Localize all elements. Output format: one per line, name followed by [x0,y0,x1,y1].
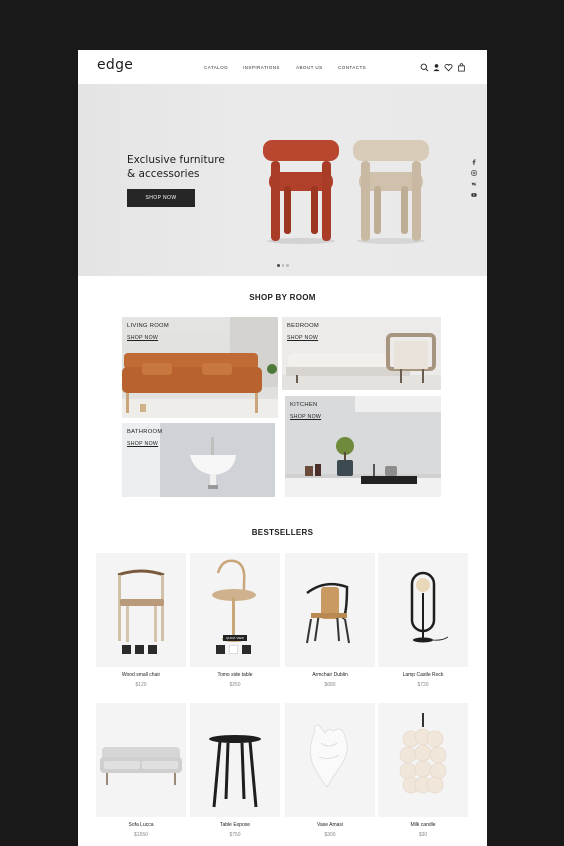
shop-by-room-title: SHOP BY ROOM [249,293,316,302]
product-card-milk-candle[interactable]: Milk candle $30 [378,703,468,838]
product-card-lamp-castle-rock[interactable]: Lamp Castle Rock $720 [378,553,468,688]
product-price: $1550 [134,832,148,838]
room-card-bedroom[interactable]: BEDROOM SHOP NOW [282,317,441,390]
quick-view-button[interactable] [229,645,238,654]
quick-view-button[interactable] [135,645,144,654]
room-link-bathroom[interactable]: SHOP NOW [127,441,158,447]
instagram-icon[interactable] [471,170,477,176]
slider-dot-2[interactable] [281,264,284,267]
vk-icon[interactable] [471,181,477,187]
product-card-tomo-side-table[interactable]: QUICK VIEW Tomo side table $250 [190,553,280,688]
quick-actions [216,645,251,654]
product-name[interactable]: Milk candle [378,822,468,828]
slider-dot-3[interactable] [286,264,289,267]
heart-icon[interactable] [444,63,453,72]
nav-about[interactable]: ABOUT US [296,65,323,70]
product-card-vase-amasi[interactable]: Vase Amasi $300 [285,703,375,838]
product-name[interactable]: Lamp Castle Rock [378,672,468,678]
quick-actions [122,645,157,654]
hero-chairs-image [263,140,429,244]
product-price: $750 [229,832,241,838]
wishlist-button[interactable] [242,645,251,654]
facebook-icon[interactable] [471,159,477,165]
wishlist-button[interactable] [148,645,157,654]
product-price: $300 [324,832,336,838]
product-card-wood-small-chair[interactable]: Wood small chair $120 [96,553,186,688]
room-card-kitchen[interactable]: KITCHEN SHOP NOW [285,396,441,497]
kitchen-image [285,396,441,497]
product-name[interactable]: Tomo side table [190,672,280,678]
room-link-living-room[interactable]: SHOP NOW [127,335,158,341]
product-name[interactable]: Vase Amasi [285,822,375,828]
product-image[interactable] [96,703,186,817]
product-price: $680 [324,682,336,688]
room-link-kitchen[interactable]: SHOP NOW [290,414,321,420]
product-image[interactable] [190,703,280,817]
nav-inspirations[interactable]: INSPIRATIONS [243,65,280,70]
product-card-sofa-lucca[interactable]: Sofa Lucca $1550 [96,703,186,838]
product-price: $720 [417,682,429,688]
product-price: $250 [229,682,241,688]
compare-button[interactable] [122,645,131,654]
product-image[interactable] [378,553,468,667]
room-label-kitchen: KITCHEN [290,402,318,408]
compare-button[interactable] [216,645,225,654]
brand-logo[interactable]: edge [97,57,133,73]
product-name[interactable]: Wood small chair [96,672,186,678]
slider-dot-1[interactable] [277,264,280,267]
room-card-living-room[interactable]: LIVING ROOM SHOP NOW [122,317,278,418]
room-label-living-room: LIVING ROOM [127,323,169,329]
room-label-bathroom: BATHROOM [127,429,163,435]
hero-shop-now-button[interactable]: SHOP NOW [127,189,195,207]
product-name[interactable]: Table Expose [190,822,280,828]
room-label-bedroom: BEDROOM [287,323,320,329]
product-image[interactable] [96,553,186,667]
page: edge CATALOG INSPIRATIONS ABOUT US CONTA… [78,50,487,846]
product-price: $30 [418,832,428,838]
product-card-armchair-dublin[interactable]: Armchair Dublin $680 [285,553,375,688]
youtube-icon[interactable] [471,192,477,198]
product-image[interactable]: QUICK VIEW [190,553,280,667]
living-room-image [122,317,278,418]
room-card-bathroom[interactable]: BATHROOM SHOP NOW [122,423,275,497]
room-link-bedroom[interactable]: SHOP NOW [287,335,318,341]
product-name[interactable]: Sofa Lucca [96,822,186,828]
user-icon[interactable] [432,63,441,72]
hero-title: Exclusive furniture & accessories [127,154,225,180]
quick-view-tooltip: QUICK VIEW [223,635,248,641]
product-price: $120 [135,682,147,688]
hero-banner: Exclusive furniture & accessories SHOP N… [78,84,487,276]
nav-contacts[interactable]: CONTACTS [338,65,366,70]
search-icon[interactable] [420,63,429,72]
bag-icon[interactable] [457,63,466,72]
bestsellers-title: BESTSELLERS [251,528,314,537]
product-image[interactable] [285,703,375,817]
product-image[interactable] [378,703,468,817]
site-header: edge CATALOG INSPIRATIONS ABOUT US CONTA… [78,50,487,84]
product-image[interactable] [285,553,375,667]
product-card-table-expose[interactable]: Table Expose $750 [190,703,280,838]
nav-catalog[interactable]: CATALOG [204,65,228,70]
hero-slider-dots [277,264,289,267]
product-name[interactable]: Armchair Dublin [285,672,375,678]
